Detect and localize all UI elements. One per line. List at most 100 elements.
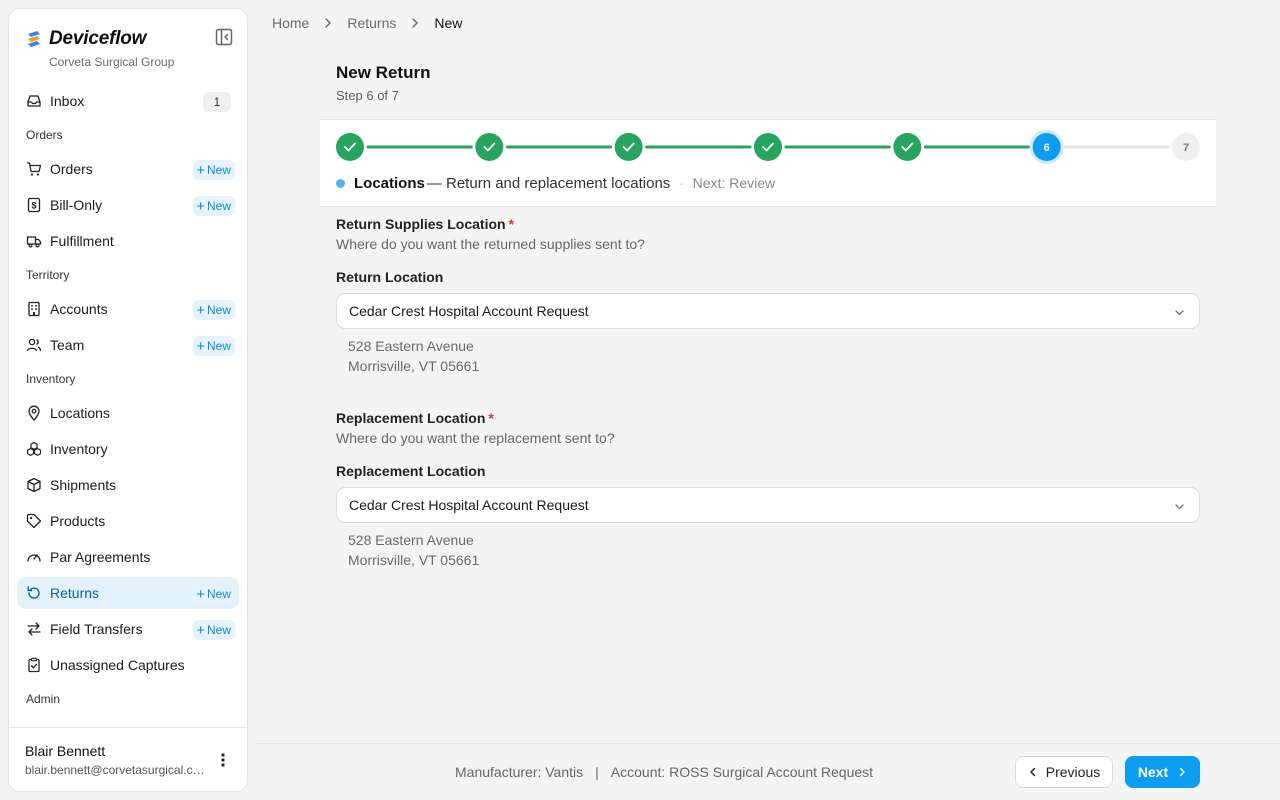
previous-button[interactable]: Previous [1015, 756, 1113, 788]
sidebar-item-field-transfers[interactable]: Field Transfers + New [17, 613, 239, 645]
chevron-down-icon [1175, 310, 1184, 316]
user-name: Blair Bennett [25, 743, 106, 759]
sidebar-item-label: Inventory [50, 441, 108, 457]
sidebar-item-label: Orders [50, 161, 93, 177]
sidebar-item-label: Par Agreements [50, 549, 151, 565]
sidebar-nav: Inbox 1 Orders Orders + New $ Bill-Only + New Fulf… [17, 85, 239, 717]
sidebar-item-inbox[interactable]: Inbox 1 [17, 85, 239, 117]
next-step-label: Next: Review [692, 175, 776, 191]
plus-icon: + [196, 197, 205, 215]
new-button-label: New [206, 303, 231, 317]
unread-count-badge: 1 [203, 92, 231, 112]
new-accounts-button[interactable]: + New [193, 300, 235, 320]
plus-icon: + [196, 337, 205, 355]
sidebar-item-orders[interactable]: Orders + New [17, 153, 239, 185]
section-header-territory: Territory [26, 268, 70, 282]
chevron-down-icon [1175, 504, 1184, 510]
boxes-icon [26, 441, 42, 456]
new-button-label: New [206, 339, 231, 353]
inbox-icon [27, 95, 41, 107]
sidebar-item-unassigned-captures[interactable]: Unassigned Captures [17, 649, 239, 681]
sidebar-item-products[interactable]: Products [17, 505, 239, 537]
account-info: Account: ROSS Surgical Account Request [610, 764, 874, 780]
user-profile[interactable]: Blair Bennett blair.bennett@corvetasurgi… [9, 727, 247, 791]
return-supplies-title-text: Return Supplies Location [336, 216, 506, 232]
plus-icon: + [196, 301, 205, 319]
sidebar-item-returns[interactable]: Returns + New [17, 577, 239, 609]
users-icon [26, 338, 42, 352]
collapse-sidebar-icon[interactable] [215, 28, 233, 46]
new-button-label: New [206, 199, 231, 213]
deviceflow-logo-icon [28, 31, 40, 47]
plus-icon: + [196, 585, 205, 603]
sidebar-item-label: Team [50, 337, 85, 353]
sidebar-item-accounts[interactable]: Accounts + New [17, 293, 239, 325]
current-step-description: — Return and replacement locations [426, 174, 671, 192]
truck-icon [26, 236, 42, 248]
required-marker: * [508, 216, 515, 232]
stepper-panel: 67 Locations — Return and replacement lo… [320, 119, 1216, 207]
address-line-1: 528 Eastern Avenue [348, 338, 474, 354]
sidebar-item-bill-only[interactable]: $ Bill-Only + New [17, 189, 239, 221]
chevron-left-icon [1030, 767, 1036, 777]
sidebar-item-label: Fulfillment [50, 233, 114, 249]
brand-name: Deviceflow [49, 28, 147, 49]
breadcrumb: Home Returns New [272, 14, 462, 32]
address-line-2: Morrisville, VT 05661 [348, 358, 480, 374]
current-step-title: Locations [354, 174, 425, 192]
return-location-select[interactable]: Cedar Crest Hospital Account Request [336, 293, 1200, 329]
sidebar-item-label: Returns [50, 585, 100, 601]
breadcrumb-current: New [434, 15, 463, 31]
replacement-location-select[interactable]: Cedar Crest Hospital Account Request [336, 487, 1200, 523]
step-6: 6 [1029, 130, 1064, 164]
chevron-right-icon [1179, 767, 1185, 777]
gauge-icon [27, 554, 41, 562]
step-indicator: Step 6 of 7 [336, 88, 399, 103]
sidebar-item-locations[interactable]: Locations [17, 397, 239, 429]
replacement-location-label: Replacement Location [336, 463, 486, 479]
sidebar-item-team[interactable]: Team + New [17, 329, 239, 361]
meta-separator: | [595, 764, 599, 780]
invoice-icon: $ [27, 197, 41, 213]
sidebar-item-par-agreements[interactable]: Par Agreements [17, 541, 239, 573]
return-icon [27, 586, 40, 599]
plus-icon: + [196, 621, 205, 639]
address-line-1: 528 Eastern Avenue [348, 532, 474, 548]
sidebar-item-fulfillment[interactable]: Fulfillment [17, 225, 239, 257]
manufacturer-info: Manufacturer: Vantis [455, 764, 584, 780]
status-dot-icon [336, 178, 345, 188]
map-pin-icon [28, 405, 40, 421]
new-returns-button[interactable]: + New [193, 584, 235, 604]
step-3 [614, 133, 643, 161]
return-location-address: 528 Eastern Avenue Morrisville, VT 05661 [348, 336, 479, 376]
replacement-location-address: 528 Eastern Avenue Morrisville, VT 05661 [348, 530, 479, 570]
breadcrumb-home[interactable]: Home [272, 15, 309, 31]
new-orders-button[interactable]: + New [193, 160, 235, 180]
step-number: 6 [1044, 142, 1050, 154]
return-supplies-subtitle: Where do you want the returned supplies … [336, 236, 645, 252]
return-location-label: Return Location [336, 269, 444, 285]
sidebar-item-inventory[interactable]: Inventory [17, 433, 239, 465]
section-header-inventory: Inventory [26, 372, 76, 386]
next-button[interactable]: Next [1125, 756, 1200, 788]
wizard-footer: Manufacturer: Vantis | Account: ROSS Surgi… [256, 743, 1280, 800]
progress-stepper: 67 [336, 130, 1200, 164]
step-7: 7 [1172, 133, 1200, 161]
step-4 [754, 133, 782, 161]
order-context: Manufacturer: Vantis | Account: ROSS Surgi… [455, 764, 873, 780]
required-marker: * [488, 410, 494, 426]
sidebar-item-shipments[interactable]: Shipments [17, 469, 239, 501]
section-header-admin: Admin [26, 692, 61, 706]
package-icon [27, 477, 41, 493]
status-separator: · [679, 175, 684, 191]
breadcrumb-returns[interactable]: Returns [347, 15, 396, 31]
transfer-icon [27, 622, 41, 636]
more-options-icon[interactable] [215, 752, 231, 768]
new-team-button[interactable]: + New [193, 336, 235, 356]
new-field-transfers-button[interactable]: + New [193, 620, 235, 640]
new-bill-only-button[interactable]: + New [193, 196, 235, 216]
cart-icon [26, 162, 42, 176]
replacement-location-value: Cedar Crest Hospital Account Request [349, 497, 589, 513]
replacement-location-subtitle: Where do you want the replacement sent t… [336, 430, 615, 446]
brand: Deviceflow [25, 25, 146, 53]
